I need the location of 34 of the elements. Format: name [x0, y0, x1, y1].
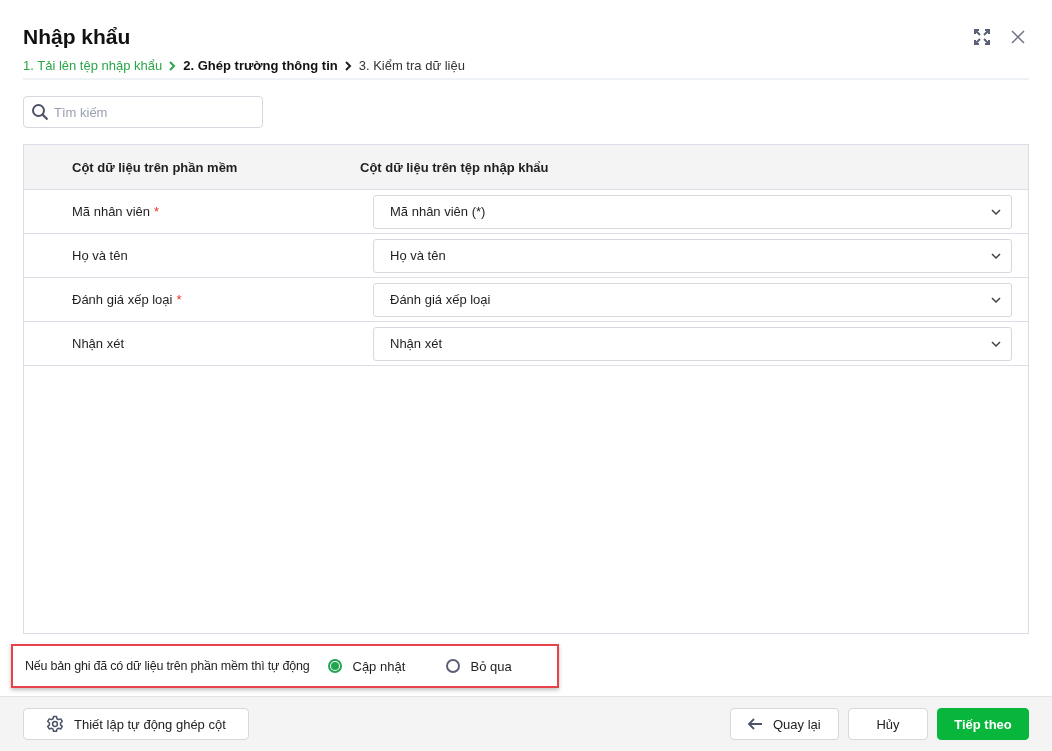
- cancel-button[interactable]: Hủy: [848, 708, 928, 740]
- caret-icon: [991, 296, 1001, 303]
- dialog-title: Nhập khẩu: [23, 24, 131, 50]
- expand-icon[interactable]: [973, 28, 991, 46]
- column-select[interactable]: Mã nhân viên (*): [373, 194, 1012, 229]
- option-label: Nếu bản ghi đã có dữ liệu trên phần mềm thì tự động: [25, 659, 310, 673]
- field-name: Mã nhân viên: [72, 204, 151, 219]
- chevron-icon: [169, 60, 177, 71]
- gear-icon: [46, 715, 64, 733]
- field-name: Nhận xét: [72, 336, 125, 351]
- column-select[interactable]: Đánh giá xếp loại: [373, 282, 1012, 317]
- caret-icon: [991, 340, 1001, 347]
- field-name: Đánh giá xếp loại: [72, 292, 173, 307]
- back-button[interactable]: Quay lại: [730, 708, 839, 740]
- radio-button[interactable]: [445, 659, 460, 673]
- required-asterisk: *: [176, 292, 182, 307]
- column-select[interactable]: Nhận xét: [373, 326, 1012, 361]
- search-field[interactable]: Tìm kiếm: [23, 96, 263, 128]
- caret-icon: [991, 252, 1001, 259]
- column-select[interactable]: Họ và tên: [373, 238, 1012, 273]
- field-name: Họ và tên: [72, 248, 128, 263]
- chevron-icon: [344, 60, 352, 71]
- close-icon[interactable]: [1011, 30, 1025, 44]
- column-header: Cột dữ liệu trên phần mềm: [72, 159, 238, 175]
- step-label[interactable]: 3. Kiểm tra dữ liệu: [358, 58, 465, 73]
- required-asterisk: *: [154, 204, 160, 219]
- radio-option[interactable]: Cập nhật: [327, 658, 428, 674]
- radio-button[interactable]: [327, 659, 342, 673]
- arrow-left-icon: [747, 718, 763, 730]
- radio-option[interactable]: Bỏ qua: [445, 658, 546, 674]
- column-header: Cột dữ liệu trên tệp nhập khẩu: [360, 159, 549, 175]
- auto-map-settings-button[interactable]: Thiết lập tự động ghép cột: [23, 708, 249, 740]
- step-label[interactable]: 2. Ghép trường thông tin: [183, 58, 338, 73]
- caret-icon: [991, 208, 1001, 215]
